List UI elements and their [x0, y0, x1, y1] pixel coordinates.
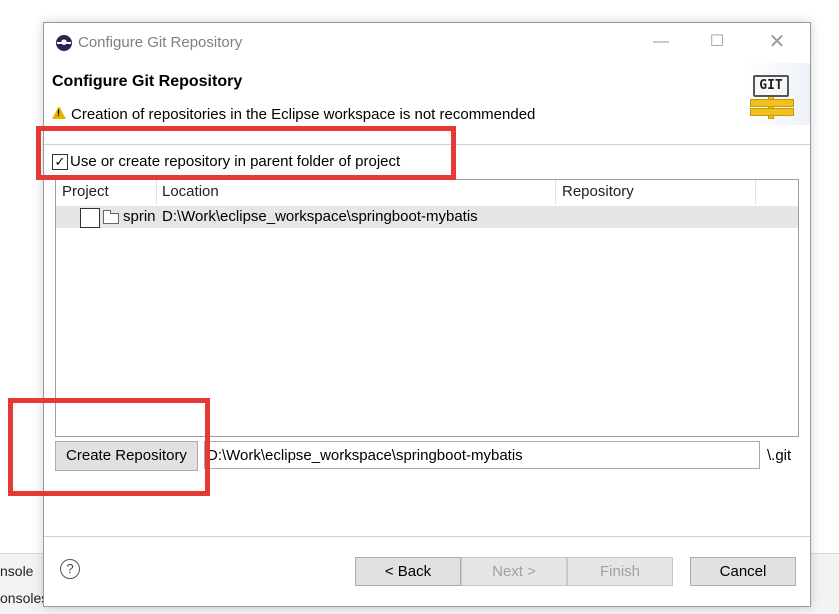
- warning-icon: !: [52, 106, 66, 119]
- git-bar-graphic: [750, 108, 794, 116]
- git-bar-graphic: [750, 99, 794, 107]
- help-icon[interactable]: ?: [60, 559, 80, 579]
- create-repository-button[interactable]: Create Repository: [55, 441, 198, 471]
- git-logo-icon: GIT: [753, 75, 789, 97]
- minimize-button[interactable]: —: [646, 29, 676, 55]
- column-header-repository[interactable]: Repository: [562, 183, 634, 200]
- next-button[interactable]: Next >: [461, 557, 567, 586]
- git-banner: GIT: [742, 63, 810, 125]
- maximize-button[interactable]: ☐: [702, 29, 732, 55]
- configure-git-dialog: Configure Git Repository — ☐ ✕ Configure…: [43, 22, 811, 607]
- column-divider[interactable]: [156, 180, 157, 204]
- finish-button[interactable]: Finish: [567, 557, 673, 586]
- column-header-project[interactable]: Project: [62, 183, 109, 200]
- parent-folder-checkbox[interactable]: ✓: [52, 154, 68, 170]
- warning-message: Creation of repositories in the Eclipse …: [71, 106, 536, 123]
- wizard-header: Configure Git Repository ! Creation of r…: [44, 63, 810, 125]
- project-folder-icon: [103, 210, 119, 224]
- close-button[interactable]: ✕: [762, 29, 792, 55]
- background-console-tab: nsole: [0, 563, 34, 579]
- projects-table: Project Location Repository springboot-m…: [55, 179, 799, 437]
- project-checkbox[interactable]: [80, 208, 100, 228]
- window-title: Configure Git Repository: [78, 34, 243, 51]
- background-consoles-tab: onsoles: [0, 590, 49, 606]
- header-divider: [44, 144, 810, 145]
- column-divider[interactable]: [755, 180, 756, 204]
- project-name-cell: springboot-mybatis: [123, 208, 156, 225]
- cancel-button[interactable]: Cancel: [690, 557, 796, 586]
- eclipse-icon: [56, 35, 72, 51]
- parent-folder-label[interactable]: Use or create repository in parent folde…: [70, 153, 400, 170]
- footer-divider: [44, 536, 810, 537]
- table-header: Project Location Repository: [56, 180, 798, 204]
- title-bar: Configure Git Repository — ☐ ✕: [44, 23, 810, 63]
- table-row[interactable]: springboot-mybatis D:\Work\eclipse_works…: [56, 206, 798, 228]
- page-title: Configure Git Repository: [52, 73, 243, 90]
- column-header-location[interactable]: Location: [162, 183, 219, 200]
- repository-path-input[interactable]: D:\Work\eclipse_workspace\springboot-myb…: [204, 441, 760, 469]
- location-cell: D:\Work\eclipse_workspace\springboot-myb…: [162, 208, 478, 225]
- back-button[interactable]: < Back: [355, 557, 461, 586]
- git-suffix-label: \.git: [767, 447, 792, 464]
- column-divider[interactable]: [555, 180, 556, 204]
